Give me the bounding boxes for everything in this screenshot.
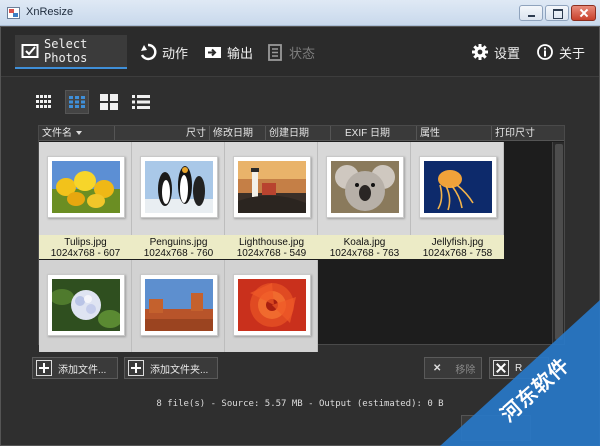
output-icon bbox=[204, 43, 222, 61]
file-tile-hydrangeas[interactable] bbox=[39, 260, 132, 352]
x-box-icon bbox=[493, 360, 509, 376]
column-size[interactable]: 尺寸 bbox=[115, 126, 210, 141]
settings-button[interactable]: 设置 bbox=[471, 35, 520, 69]
list-icon bbox=[132, 95, 150, 109]
column-attributes[interactable]: 属性 bbox=[417, 126, 492, 141]
title-bar: XnResize bbox=[0, 0, 600, 26]
file-tile-chrysanthemum[interactable] bbox=[225, 260, 318, 352]
desert-thumbnail bbox=[145, 279, 213, 331]
medium-grid-icon bbox=[69, 96, 85, 108]
koala-thumbnail bbox=[331, 161, 399, 213]
about-button[interactable]: 关于 bbox=[536, 35, 585, 69]
file-caption: Lighthouse.jpg 1024x768 - 549 bbox=[225, 235, 318, 259]
file-tile-koala[interactable]: Koala.jpg 1024x768 - 763 bbox=[318, 142, 411, 259]
gear-icon bbox=[471, 43, 489, 61]
file-caption: Tulips.jpg 1024x768 - 607 bbox=[39, 235, 132, 259]
about-label: 关于 bbox=[559, 45, 586, 61]
tab-select-photos[interactable]: Select Photos bbox=[15, 35, 127, 69]
settings-label: 设置 bbox=[494, 45, 521, 61]
window-title: XnResize bbox=[26, 6, 74, 18]
file-tile-penguins[interactable]: Penguins.jpg 1024x768 - 760 bbox=[132, 142, 225, 259]
file-browser[interactable]: 文件名 尺寸 修改日期 创建日期 EXIF 日期 属性 打印尺寸 Tulips.… bbox=[38, 125, 565, 352]
close-button[interactable] bbox=[571, 5, 596, 21]
hydrangeas-thumbnail bbox=[50, 279, 122, 331]
file-tile-desert[interactable] bbox=[132, 260, 225, 352]
tulips-thumbnail bbox=[52, 161, 120, 213]
file-tile-jellyfish[interactable]: Jellyfish.jpg 1024x768 - 758 bbox=[411, 142, 504, 259]
tab-status[interactable]: 状态 bbox=[266, 35, 315, 69]
file-caption: Koala.jpg 1024x768 - 763 bbox=[318, 235, 411, 259]
select-photos-icon bbox=[21, 42, 39, 60]
add-file-button[interactable]: 添加文件... bbox=[32, 357, 118, 379]
view-list-button[interactable] bbox=[129, 90, 153, 114]
tab-status-label: 状态 bbox=[289, 45, 316, 61]
large-grid-icon bbox=[100, 94, 118, 110]
small-grid-icon bbox=[36, 95, 51, 108]
column-created-date[interactable]: 创建日期 bbox=[266, 126, 331, 141]
remove-all-button[interactable]: R bbox=[489, 357, 549, 379]
tab-action-label: 动作 bbox=[162, 45, 189, 61]
plus-icon bbox=[128, 360, 144, 376]
column-exif-date[interactable]: EXIF 日期 bbox=[331, 126, 417, 141]
main-toolbar: Select Photos 动作 输出 状态 设置 关于 bbox=[1, 27, 599, 77]
file-tile-tulips[interactable]: Tulips.jpg 1024x768 - 607 bbox=[39, 142, 132, 259]
vertical-scrollbar[interactable] bbox=[552, 142, 564, 344]
status-icon bbox=[266, 43, 284, 61]
next-button[interactable] bbox=[461, 415, 531, 441]
remove-button[interactable]: ✕ 移除 bbox=[424, 357, 482, 379]
app-body: Select Photos 动作 输出 状态 设置 关于 文件名 尺寸 修改日期… bbox=[0, 26, 600, 446]
file-caption: Jellyfish.jpg 1024x768 - 758 bbox=[411, 235, 504, 259]
add-folder-button[interactable]: 添加文件夹... bbox=[124, 357, 218, 379]
lighthouse-thumbnail bbox=[238, 161, 306, 213]
maximize-button[interactable] bbox=[545, 5, 569, 21]
close-icon: ✕ bbox=[433, 362, 442, 374]
penguins-thumbnail bbox=[145, 161, 213, 213]
tab-select-photos-label: Select Photos bbox=[44, 37, 88, 65]
app-icon bbox=[7, 7, 20, 19]
tab-action[interactable]: 动作 bbox=[139, 35, 188, 69]
column-modified-date[interactable]: 修改日期 bbox=[210, 126, 266, 141]
column-filename[interactable]: 文件名 bbox=[39, 126, 115, 141]
jellyfish-thumbnail bbox=[424, 161, 492, 213]
view-medium-grid-button[interactable] bbox=[65, 90, 89, 114]
file-caption: Penguins.jpg 1024x768 - 760 bbox=[132, 235, 225, 259]
tab-output-label: 输出 bbox=[227, 45, 254, 61]
file-tile-lighthouse[interactable]: Lighthouse.jpg 1024x768 - 549 bbox=[225, 142, 318, 259]
sort-arrow-icon bbox=[76, 131, 82, 136]
info-icon bbox=[536, 43, 554, 61]
tab-output[interactable]: 输出 bbox=[204, 35, 253, 69]
scroll-thumb[interactable] bbox=[555, 144, 563, 340]
chrysanthemum-thumbnail bbox=[238, 279, 306, 331]
minimize-button[interactable] bbox=[519, 5, 543, 21]
action-icon bbox=[139, 43, 157, 61]
status-text: 8 file(s) - Source: 5.57 MB - Output (es… bbox=[156, 399, 444, 409]
view-large-grid-button[interactable] bbox=[97, 90, 121, 114]
view-small-grid-button[interactable] bbox=[32, 90, 56, 114]
column-header: 文件名 尺寸 修改日期 创建日期 EXIF 日期 属性 打印尺寸 bbox=[39, 126, 564, 141]
plus-icon bbox=[36, 360, 52, 376]
column-print-size[interactable]: 打印尺寸 bbox=[492, 126, 564, 141]
